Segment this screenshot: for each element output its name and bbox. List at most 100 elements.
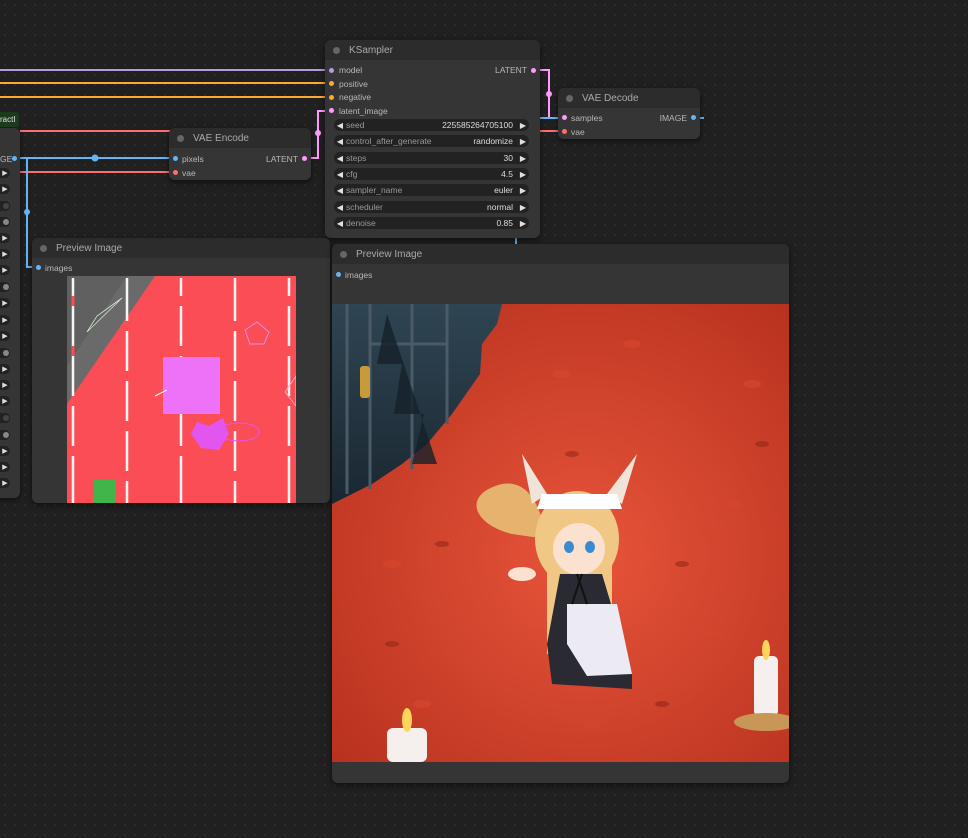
ksampler-header[interactable]: KSampler (325, 40, 540, 60)
left-widget-arrow[interactable]: ▶ (0, 446, 10, 456)
latent-output-label: LATENT (266, 154, 298, 164)
collapse-dot-icon[interactable] (40, 244, 47, 252)
samples-input-slot[interactable] (562, 115, 567, 120)
sampler-name-value: euler (494, 185, 513, 195)
ksampler-title: KSampler (349, 44, 393, 56)
decrement-arrow-icon[interactable]: ◀ (334, 137, 346, 146)
left-widget-arrow[interactable]: ▶ (0, 265, 10, 275)
image-output-label: IMAGE (659, 113, 687, 123)
collapse-dot-icon[interactable] (566, 94, 573, 102)
preview-image-right (332, 304, 789, 762)
ksampler-node[interactable]: KSampler model positive negative latent_… (325, 40, 540, 238)
left-widget-toggle[interactable] (0, 201, 10, 211)
latent-image-input-slot[interactable] (329, 108, 334, 113)
control-after-generate-widget[interactable]: ◀ control_after_generate randomize ▶ (334, 135, 529, 147)
collapse-dot-icon[interactable] (333, 46, 340, 54)
left-widget-arrow[interactable]: ▶ (0, 396, 10, 406)
wire-reroute-dot (91, 154, 99, 162)
preview-left-title: Preview Image (56, 242, 123, 254)
sampler-name-label: sampler_name (346, 185, 403, 195)
left-widget-arrow[interactable]: ▶ (0, 462, 10, 472)
left-widget-arrow[interactable]: ▶ (0, 478, 10, 488)
latent-image-input-label: latent_image (339, 106, 388, 116)
steps-label: steps (346, 153, 367, 163)
increment-arrow-icon[interactable]: ▶ (517, 121, 529, 130)
images-input-label: images (45, 263, 73, 273)
left-widget-arrow[interactable]: ▶ (0, 184, 10, 194)
left-partial-node[interactable]: GE ▶ ▶ ▶ ▶ ▶ ▶ ▶ ▶ ▶ ▶ ▶ ▶ ▶ ▶ ▶ (0, 128, 20, 498)
preview-right-title: Preview Image (356, 248, 423, 260)
vae-encode-header[interactable]: VAE Encode (169, 128, 311, 148)
left-widget-arrow[interactable]: ▶ (0, 233, 10, 243)
denoise-value: 0.85 (496, 218, 513, 228)
decrement-arrow-icon[interactable]: ◀ (334, 170, 346, 179)
left-widget-arrow[interactable]: ▶ (0, 249, 10, 259)
decrement-arrow-icon[interactable]: ◀ (334, 203, 346, 212)
positive-input-slot[interactable] (329, 81, 334, 86)
left-widget-arrow[interactable]: ▶ (0, 364, 10, 374)
vae-decode-header[interactable]: VAE Decode (558, 88, 700, 108)
pixels-input-label: pixels (182, 154, 204, 164)
vae-encode-node[interactable]: VAE Encode pixels vae LATENT (169, 128, 311, 180)
vae-input-label: vae (571, 127, 585, 137)
cfg-widget[interactable]: ◀ cfg 4.5 ▶ (334, 168, 529, 180)
preview-image-node-left[interactable]: Preview Image images (32, 238, 330, 503)
negative-input-label: negative (339, 92, 372, 102)
increment-arrow-icon[interactable]: ▶ (517, 154, 529, 163)
decrement-arrow-icon[interactable]: ◀ (334, 186, 346, 195)
decrement-arrow-icon[interactable]: ◀ (334, 219, 346, 228)
scheduler-label: scheduler (346, 202, 383, 212)
positive-input-label: positive (339, 79, 368, 89)
left-widget-toggle[interactable] (0, 430, 10, 440)
vae-decode-node[interactable]: VAE Decode samples vae IMAGE (558, 88, 700, 139)
negative-input-slot[interactable] (329, 95, 334, 100)
preview-image-node-right[interactable]: Preview Image images (332, 244, 789, 783)
collapse-dot-icon[interactable] (340, 250, 347, 258)
left-node-output-label: GE (0, 154, 13, 164)
wire-reroute-dot (546, 91, 552, 97)
left-node-output-slot[interactable] (12, 156, 17, 161)
vae-input-label: vae (182, 168, 196, 178)
decrement-arrow-icon[interactable]: ◀ (334, 121, 346, 130)
collapse-dot-icon[interactable] (177, 134, 184, 142)
seed-value: 225585264705100 (442, 120, 513, 130)
scheduler-widget[interactable]: ◀ scheduler normal ▶ (334, 201, 529, 213)
latent-output-slot[interactable] (302, 156, 307, 161)
pixels-input-slot[interactable] (173, 156, 178, 161)
wire-reroute-dot (315, 130, 321, 136)
preview-right-header[interactable]: Preview Image (332, 244, 789, 264)
image-output-slot[interactable] (691, 115, 696, 120)
left-widget-toggle[interactable] (0, 348, 10, 358)
latent-output-label: LATENT (495, 65, 527, 75)
increment-arrow-icon[interactable]: ▶ (517, 219, 529, 228)
left-widget-toggle[interactable] (0, 217, 10, 227)
steps-value: 30 (503, 153, 513, 163)
increment-arrow-icon[interactable]: ▶ (517, 137, 529, 146)
sampler-name-widget[interactable]: ◀ sampler_name euler ▶ (334, 184, 529, 196)
decrement-arrow-icon[interactable]: ◀ (334, 154, 346, 163)
images-input-slot[interactable] (336, 272, 341, 277)
increment-arrow-icon[interactable]: ▶ (517, 186, 529, 195)
increment-arrow-icon[interactable]: ▶ (517, 203, 529, 212)
steps-widget[interactable]: ◀ steps 30 ▶ (334, 152, 529, 164)
left-widget-arrow[interactable]: ▶ (0, 298, 10, 308)
preview-left-header[interactable]: Preview Image (32, 238, 330, 258)
scheduler-value: normal (487, 202, 513, 212)
increment-arrow-icon[interactable]: ▶ (517, 170, 529, 179)
left-widget-arrow[interactable]: ▶ (0, 331, 10, 341)
denoise-widget[interactable]: ◀ denoise 0.85 ▶ (334, 217, 529, 229)
seed-label: seed (346, 120, 365, 130)
left-widget-toggle[interactable] (0, 413, 10, 423)
left-widget-arrow[interactable]: ▶ (0, 315, 10, 325)
left-widget-toggle[interactable] (0, 282, 10, 292)
images-input-slot[interactable] (36, 265, 41, 270)
vae-input-slot[interactable] (173, 170, 178, 175)
latent-output-slot[interactable] (531, 68, 536, 73)
left-widget-arrow[interactable]: ▶ (0, 380, 10, 390)
model-input-slot[interactable] (329, 68, 334, 73)
vae-encode-title: VAE Encode (193, 132, 249, 144)
left-widget-arrow[interactable]: ▶ (0, 168, 10, 178)
seed-widget[interactable]: ◀ seed 225585264705100 ▶ (334, 119, 529, 131)
vae-input-slot[interactable] (562, 129, 567, 134)
vae-decode-title: VAE Decode (582, 92, 639, 104)
